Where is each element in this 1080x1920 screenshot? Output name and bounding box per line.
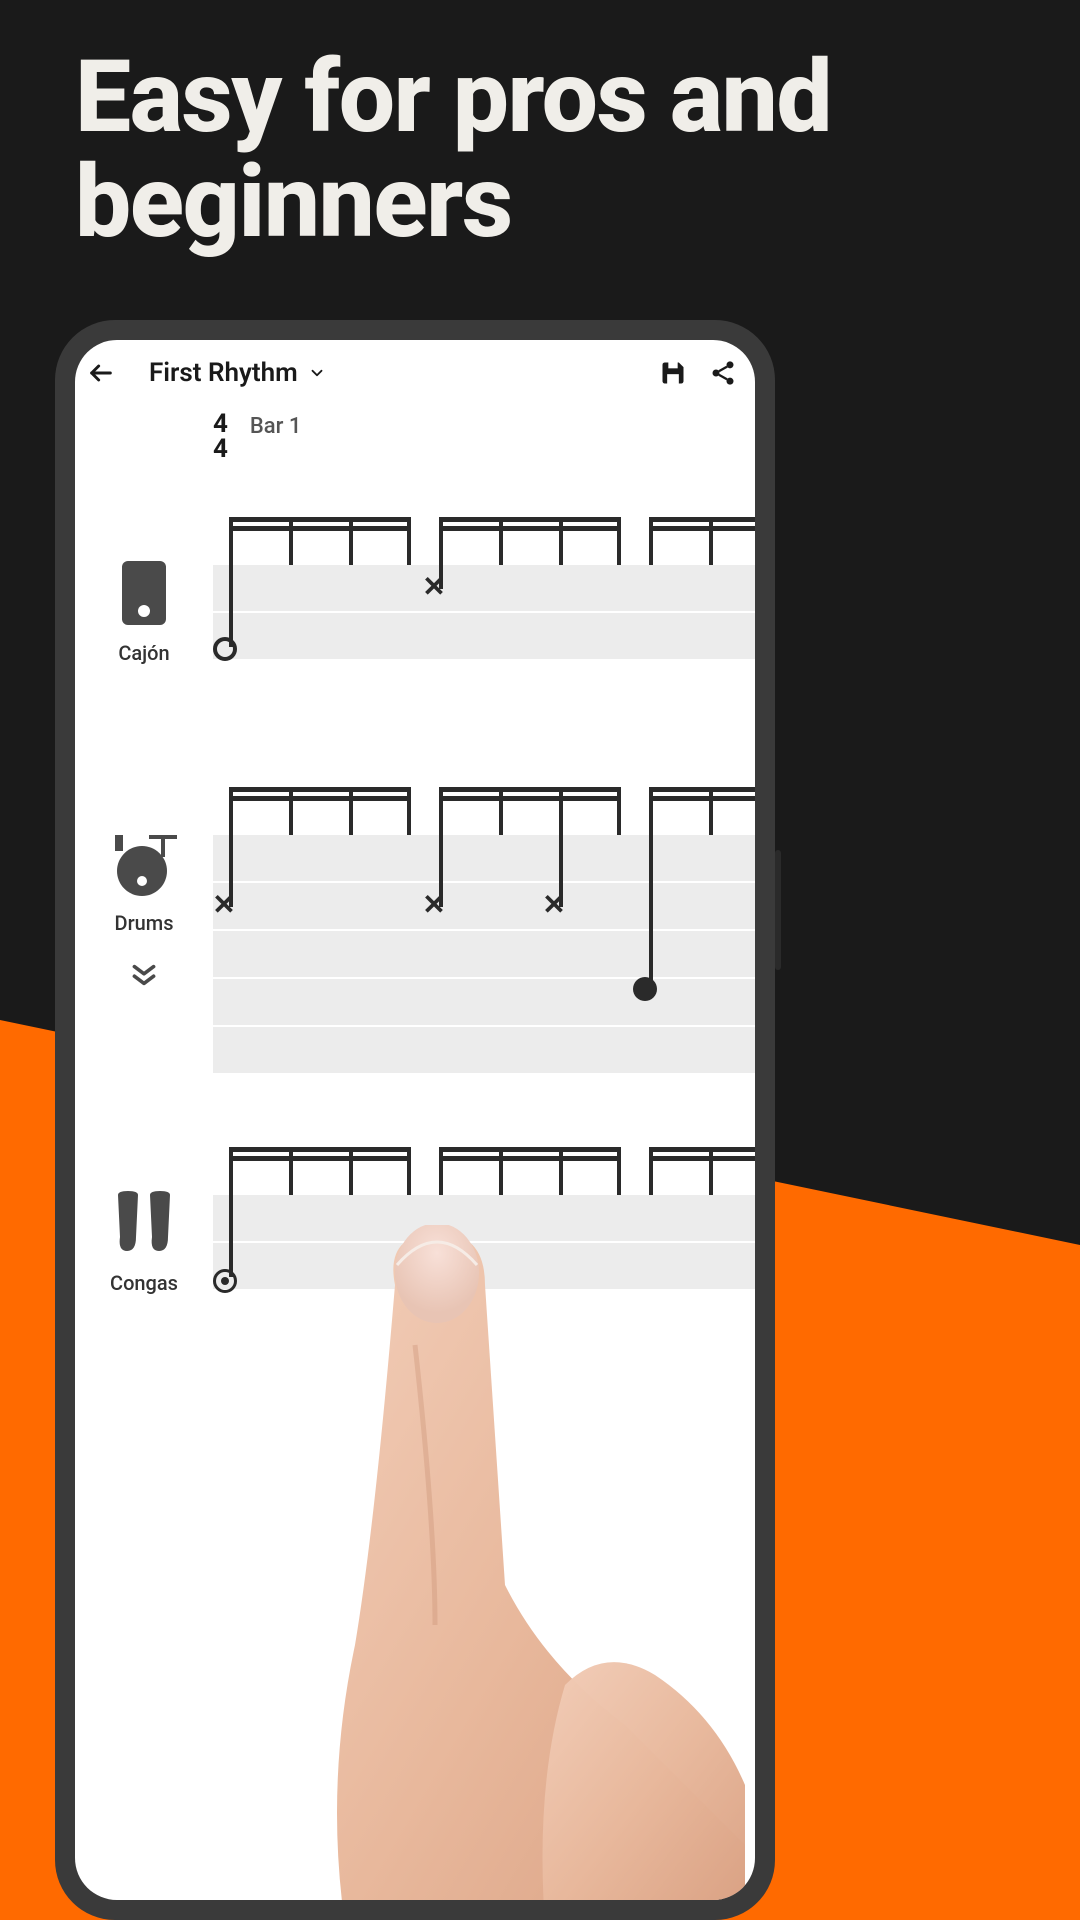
app-bar: First Rhythm (75, 340, 755, 402)
note-x[interactable]: ✕ (213, 893, 235, 915)
drums-label: Drums (115, 911, 174, 935)
headline-text: Easy for pros and beginners (75, 45, 1020, 255)
save-button[interactable] (659, 359, 687, 387)
time-sig-denominator: 4 (213, 437, 228, 462)
back-button[interactable] (87, 359, 115, 387)
drums-beams (221, 787, 755, 835)
track-label-cajon[interactable]: Cajón (75, 517, 213, 665)
share-icon (709, 359, 737, 387)
track-drums: Drums (75, 787, 755, 1077)
app-screen: First Rhythm (75, 340, 755, 1900)
notation-drums[interactable]: ✕ ✕ ✕ (213, 787, 755, 1077)
congas-icon (112, 1187, 176, 1259)
back-arrow-icon (87, 359, 115, 387)
expand-down-icon[interactable] (129, 963, 159, 987)
project-title: First Rhythm (149, 358, 298, 388)
cajon-beams (221, 517, 755, 565)
congas-beams (221, 1147, 755, 1195)
note-x[interactable]: ✕ (423, 575, 445, 597)
tracks-container: Cajón (75, 517, 755, 1307)
meta-row: 4 4 Bar 1 (75, 412, 755, 461)
notation-cajon[interactable]: ✕ (213, 517, 755, 677)
track-label-drums[interactable]: Drums (75, 787, 213, 987)
title-dropdown[interactable]: First Rhythm (149, 358, 645, 388)
action-buttons (659, 359, 737, 387)
congas-label: Congas (110, 1271, 178, 1295)
phone-frame: First Rhythm (55, 320, 775, 1920)
track-label-congas[interactable]: Congas (75, 1147, 213, 1295)
drums-icon (109, 827, 179, 899)
cajon-label: Cajón (118, 641, 169, 665)
save-icon (659, 359, 687, 387)
finger-pointer-graphic (285, 1225, 745, 1900)
note-x[interactable]: ✕ (423, 893, 445, 915)
share-button[interactable] (709, 359, 737, 387)
phone-side-button (775, 850, 781, 970)
time-sig-numerator: 4 (213, 412, 228, 437)
time-signature[interactable]: 4 4 (213, 412, 228, 461)
cajon-icon (116, 557, 172, 629)
cajon-lanes (213, 565, 755, 661)
bar-label: Bar 1 (250, 414, 302, 439)
chevron-down-icon (308, 364, 326, 382)
notation-congas[interactable] (213, 1147, 755, 1307)
track-congas: Congas (75, 1147, 755, 1307)
congas-lanes (213, 1195, 755, 1291)
track-cajon: Cajón (75, 517, 755, 677)
drums-lanes (213, 835, 755, 1075)
note-x[interactable]: ✕ (543, 893, 565, 915)
